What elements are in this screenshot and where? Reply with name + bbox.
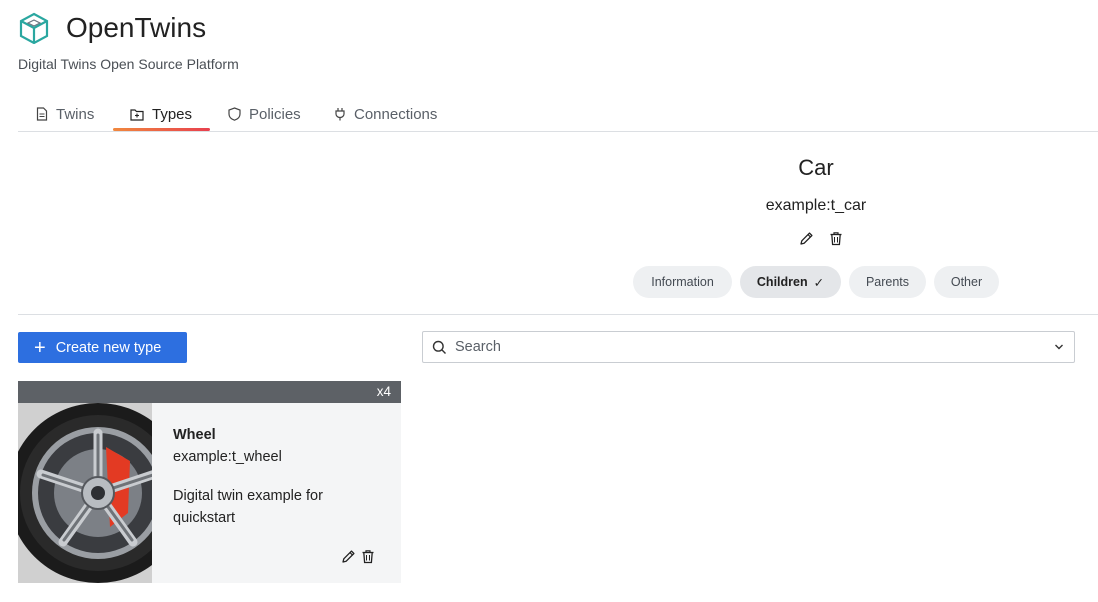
subtab-parents[interactable]: Parents xyxy=(849,266,926,298)
delete-card-button[interactable] xyxy=(359,547,377,565)
document-icon xyxy=(36,107,48,121)
tab-twins-label: Twins xyxy=(56,105,95,123)
card-type-id: example:t_wheel xyxy=(173,449,282,465)
trash-icon xyxy=(362,549,374,563)
plug-icon xyxy=(335,108,345,121)
section-divider xyxy=(18,314,1098,315)
edit-type-button[interactable] xyxy=(797,229,815,247)
tab-types[interactable]: Types xyxy=(130,96,192,132)
tab-connections[interactable]: Connections xyxy=(334,96,437,132)
card-type-description: Digital twin example for quickstart xyxy=(173,488,323,526)
tab-twins[interactable]: Twins xyxy=(36,96,94,132)
subtab-children[interactable]: Children ✓ xyxy=(740,266,841,298)
type-title: Car xyxy=(798,155,834,180)
app-subtitle: Digital Twins Open Source Platform xyxy=(18,56,239,72)
chevron-down-icon[interactable] xyxy=(1054,344,1064,350)
active-tab-indicator xyxy=(113,128,210,131)
folder-icon xyxy=(130,108,144,121)
search-input[interactable]: Search xyxy=(422,331,1075,363)
cube-logo-icon xyxy=(19,12,49,45)
check-icon: ✓ xyxy=(813,275,825,290)
trash-icon xyxy=(830,231,842,245)
tab-types-label: Types xyxy=(152,105,193,123)
tab-connections-label: Connections xyxy=(354,105,438,123)
type-id: example:t_car xyxy=(765,197,867,214)
card-type-name: Wheel xyxy=(173,427,216,443)
tab-policies-label: Policies xyxy=(249,105,301,123)
search-icon xyxy=(432,340,446,354)
delete-type-button[interactable] xyxy=(827,229,845,247)
pencil-icon xyxy=(341,549,355,563)
subtab-other-label: Other xyxy=(950,275,983,289)
subtab-information-label: Information xyxy=(651,275,714,289)
subtab-children-label: Children xyxy=(756,275,808,289)
edit-card-button[interactable] xyxy=(339,547,357,565)
search-placeholder: Search xyxy=(455,339,501,355)
plus-icon: + xyxy=(34,336,46,359)
car-wheel-photo xyxy=(18,403,152,583)
tab-policies[interactable]: Policies xyxy=(228,96,301,132)
subtab-other[interactable]: Other xyxy=(934,266,999,298)
card-count-badge: x4 xyxy=(18,381,401,403)
create-new-type-label: Create new type xyxy=(55,339,162,356)
type-card[interactable]: x4 Wheel example:t_wheel Digital twin ex… xyxy=(18,381,401,583)
pencil-icon xyxy=(799,231,813,245)
subtab-information[interactable]: Information xyxy=(633,266,732,298)
main-tabs: Twins Types Policies Connections xyxy=(18,96,1098,132)
shield-icon xyxy=(228,107,241,121)
create-new-type-button[interactable]: + Create new type xyxy=(18,332,187,363)
subtab-parents-label: Parents xyxy=(865,275,910,289)
app-title: OpenTwins xyxy=(66,12,207,43)
